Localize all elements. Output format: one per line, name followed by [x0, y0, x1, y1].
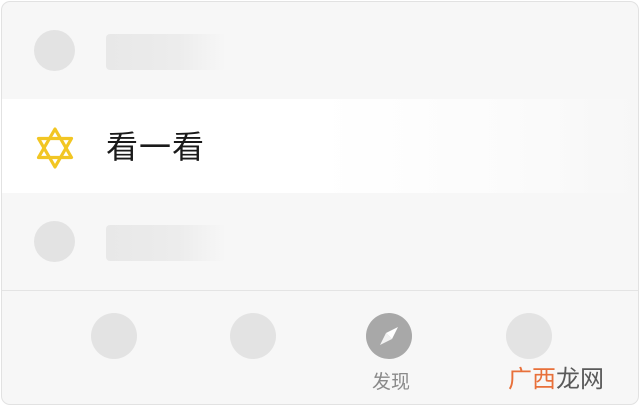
placeholder-tab-icon[interactable]: [91, 313, 137, 359]
watermark-logo: 广西龙网: [508, 364, 604, 394]
featured-item-label: 看一看: [106, 128, 206, 166]
featured-list-item[interactable]: 看一看: [2, 99, 638, 193]
placeholder-list-row[interactable]: [2, 194, 638, 288]
placeholder-tab-icon[interactable]: [230, 313, 276, 359]
compass-icon: [380, 327, 398, 345]
tab-discover-label: 发现: [371, 371, 410, 393]
star-of-david-icon: [36, 127, 74, 169]
placeholder-avatar-icon: [34, 30, 75, 71]
placeholder-tab-icon[interactable]: [506, 313, 552, 359]
placeholder-text-bar: [106, 34, 226, 70]
placeholder-avatar-icon: [34, 221, 75, 262]
app-frame: 看一看 发现: [1, 1, 639, 405]
tab-discover[interactable]: [366, 313, 412, 359]
placeholder-text-bar: [106, 225, 226, 261]
watermark-part1: 广西: [508, 365, 556, 393]
watermark-part2: 龙网: [556, 365, 604, 393]
placeholder-list-row[interactable]: [2, 2, 638, 96]
